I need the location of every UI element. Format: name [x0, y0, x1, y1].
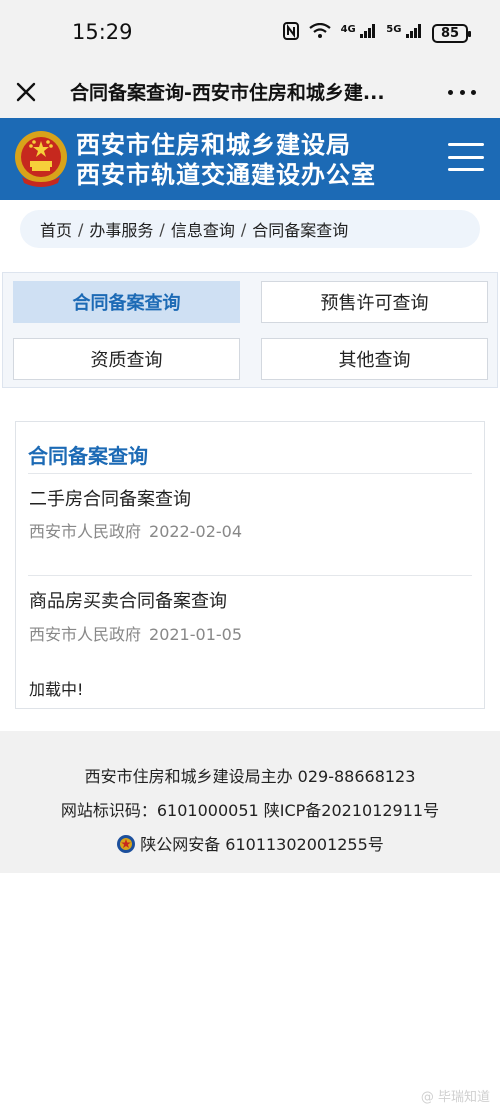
battery-icon: 85 — [432, 23, 471, 43]
list-item-title[interactable]: 二手房合同备案查询 — [29, 485, 191, 511]
footer-sponsor: 西安市住房和城乡建设局主办 029-88668123 — [84, 767, 416, 786]
footer: 西安市住房和城乡建设局主办 029-88668123 网站标识码：6101000… — [0, 731, 500, 873]
close-icon[interactable] — [12, 78, 40, 106]
status-bar: 15:29 4G 5G 85 — [0, 0, 500, 66]
signal-5g-label: 5G — [386, 24, 402, 35]
hamburger-menu-icon[interactable] — [448, 143, 484, 171]
divider — [28, 473, 472, 474]
tab-other[interactable]: 其他查询 — [261, 338, 488, 380]
breadcrumb-info-query[interactable]: 信息查询 — [171, 217, 235, 241]
tab-qualification[interactable]: 资质查询 — [13, 338, 240, 380]
breadcrumb-current: 合同备案查询 — [252, 221, 349, 240]
site-header: 西安市住房和城乡建设局 西安市轨道交通建设办公室 — [0, 118, 500, 200]
item-source: 西安市人民政府 — [29, 625, 142, 644]
breadcrumb: 首页 / 办事服务 / 信息查询 / 合同备案查询 — [20, 210, 480, 248]
footer-site-id[interactable]: 网站标识码：6101000051 陕ICP备2021012911号 — [0, 797, 500, 821]
org-subname: 西安市轨道交通建设办公室 — [76, 161, 376, 189]
breadcrumb-separator: / — [240, 219, 247, 239]
loading-text: 加载中! — [29, 680, 84, 699]
signal-4g-icon: 4G — [341, 24, 377, 42]
breadcrumb-separator: / — [159, 219, 165, 239]
breadcrumb-separator: / — [78, 219, 84, 239]
list-item-title[interactable]: 商品房买卖合同备案查询 — [29, 587, 227, 613]
org-name: 西安市住房和城乡建设局 — [76, 131, 351, 159]
watermark: @ 毕瑞知道 — [420, 1090, 490, 1105]
list-item-meta: 西安市人民政府 2022-02-04 — [29, 518, 242, 542]
breadcrumb-home[interactable]: 首页 — [40, 217, 72, 241]
query-tabs: 合同备案查询 预售许可查询 资质查询 其他查询 — [2, 272, 498, 388]
divider — [28, 575, 472, 576]
item-date: 2021-01-05 — [149, 625, 242, 644]
signal-4g-label: 4G — [340, 24, 356, 35]
page-title: 合同备案查询-西安市住房和城乡建... — [70, 82, 385, 104]
card-title: 合同备案查询 — [28, 444, 148, 468]
browser-title-bar: 合同备案查询-西安市住房和城乡建... — [0, 66, 500, 118]
breadcrumb-services[interactable]: 办事服务 — [89, 217, 153, 241]
footer-police-record[interactable]: 陕公网安备 61011302001255号 — [0, 831, 500, 855]
status-icons: 4G 5G 85 — [282, 22, 471, 44]
result-card: 合同备案查询 二手房合同备案查询 西安市人民政府 2022-02-04 商品房买卖… — [15, 421, 485, 709]
item-source: 西安市人民政府 — [29, 522, 142, 541]
item-date: 2022-02-04 — [149, 522, 242, 541]
nfc-icon — [282, 22, 299, 44]
battery-level: 85 — [440, 25, 460, 41]
list-item-meta: 西安市人民政府 2021-01-05 — [29, 621, 242, 645]
signal-5g-icon: 5G — [386, 24, 422, 42]
national-emblem-logo[interactable] — [12, 129, 70, 189]
more-icon[interactable] — [448, 78, 476, 106]
police-badge-icon — [116, 834, 136, 854]
wifi-icon — [308, 22, 331, 43]
status-time: 15:29 — [72, 20, 133, 44]
tab-contract-record[interactable]: 合同备案查询 — [13, 281, 240, 323]
tab-presale-permit[interactable]: 预售许可查询 — [261, 281, 488, 323]
police-record-text: 陕公网安备 61011302001255号 — [140, 835, 384, 854]
